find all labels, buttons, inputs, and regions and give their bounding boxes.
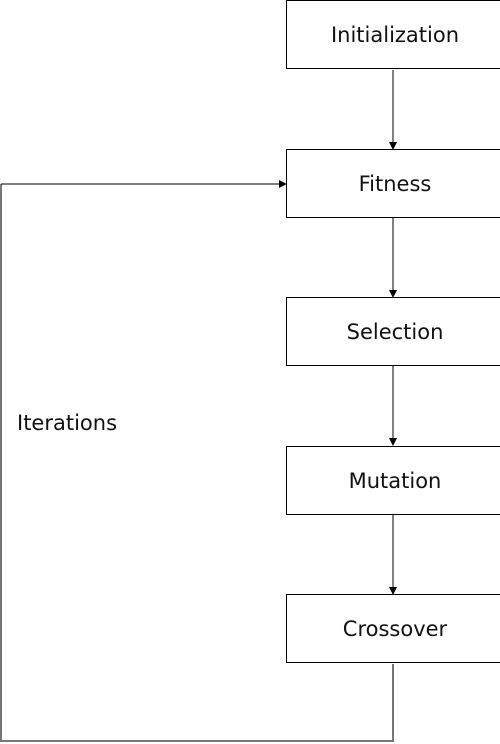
node-fitness: Fitness — [286, 149, 500, 218]
node-label: Fitness — [358, 171, 432, 196]
node-label: Initialization — [330, 22, 460, 47]
node-initialization: Initialization — [286, 0, 500, 69]
loop-label-iterations: Iterations — [17, 411, 118, 435]
node-label: Mutation — [348, 468, 442, 493]
node-selection: Selection — [286, 297, 500, 366]
node-mutation: Mutation — [286, 446, 500, 515]
node-label: Crossover — [342, 616, 448, 641]
node-crossover: Crossover — [286, 594, 500, 663]
node-label: Selection — [346, 319, 444, 344]
